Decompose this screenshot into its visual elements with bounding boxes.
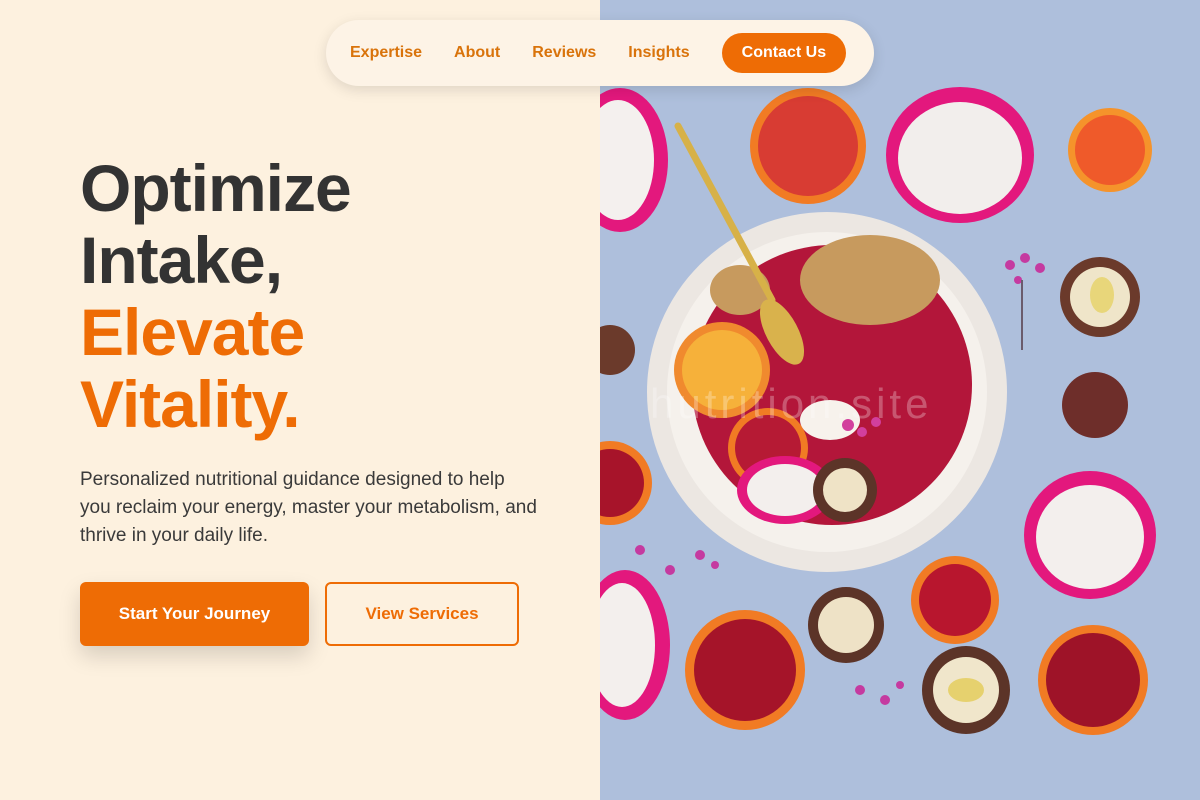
top-navigation: Expertise About Reviews Insights Contact… [326, 20, 874, 86]
blood-orange-6 [1038, 625, 1148, 735]
nav-reviews[interactable]: Reviews [532, 44, 596, 62]
blood-orange-4 [911, 556, 999, 644]
contact-us-button[interactable]: Contact Us [721, 33, 847, 73]
headline-line-1: Optimize [80, 151, 352, 225]
hero-headline: Optimize Intake, Elevate Vitality. [80, 151, 352, 441]
view-services-button[interactable]: View Services [325, 582, 519, 646]
headline-line-4: Vitality. [80, 367, 301, 441]
headline-line-3: Elevate [80, 295, 305, 369]
hero-subtext: Personalized nutritional guidance design… [80, 469, 537, 546]
nav-expertise[interactable]: Expertise [350, 44, 422, 62]
nav-insights[interactable]: Insights [628, 44, 689, 62]
hero-left-panel: Optimize Intake, Elevate Vitality. Perso… [0, 0, 600, 800]
dragon-fruit-mid-right [1024, 471, 1156, 599]
hero-image: hutrition.site [600, 0, 1200, 800]
blood-orange-2 [1068, 108, 1152, 192]
blood-orange-1 [750, 88, 866, 204]
headline-line-2: Intake, [80, 223, 283, 297]
rambutan-1 [1060, 257, 1140, 337]
nav-about[interactable]: About [454, 44, 500, 62]
dragon-fruit-top-right [886, 87, 1034, 223]
rambutan-3 [808, 587, 884, 663]
rambutan-2 [1062, 372, 1128, 438]
rambutan-4 [922, 646, 1010, 734]
start-journey-button[interactable]: Start Your Journey [80, 582, 309, 646]
image-watermark: hutrition.site [650, 380, 933, 427]
blood-orange-5 [685, 610, 805, 730]
